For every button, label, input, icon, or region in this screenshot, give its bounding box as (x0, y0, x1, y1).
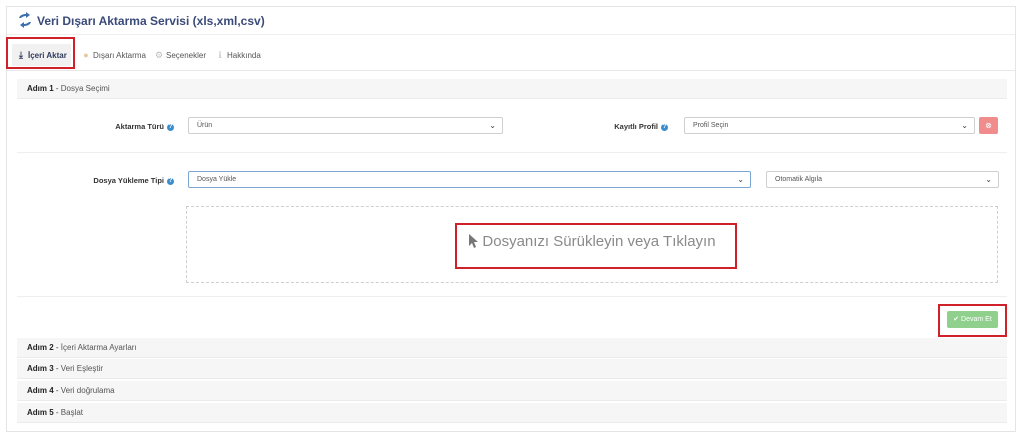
chevron-down-icon: ⌄ (737, 175, 744, 184)
sync-arrows-icon (19, 12, 31, 28)
kayitli-profil-select[interactable]: Profil Seçin ⌄ (684, 117, 975, 134)
highlight-box-continue (938, 304, 1007, 337)
dosya-yukleme-select[interactable]: Dosya Yükle ⌄ (188, 171, 751, 188)
aktarma-turu-label: Aktarma Türü? (115, 122, 174, 131)
detection-select[interactable]: Otomatik Algıla ⌄ (766, 171, 999, 188)
info-icon: ℹ (218, 50, 222, 60)
upload-user-icon: ● (83, 50, 89, 60)
kayitli-profil-label: Kayıtlı Profil? (614, 122, 668, 131)
tab-bar: ⤓ İçeri Aktar ● Dışarı Aktarma ⚙ Seçenekler… (7, 40, 1015, 71)
divider (17, 296, 1007, 297)
dosya-yukleme-label: Dosya Yükleme Tipi? (93, 176, 174, 185)
close-circle-icon: ⊗ (985, 121, 992, 130)
divider (17, 152, 1007, 153)
panel-header: Veri Dışarı Aktarma Servisi (xls,xml,csv… (7, 7, 1015, 35)
step-header-3[interactable]: Adım 3 - Veri Eşleştir (17, 359, 1007, 379)
step-header-2[interactable]: Adım 2 - İçeri Aktarma Ayarları (17, 338, 1007, 358)
step-header-5[interactable]: Adım 5 - Başlat (17, 403, 1007, 423)
highlight-box-dropzone (455, 223, 737, 269)
step-header-1[interactable]: Adım 1 - Dosya Seçimi (17, 79, 1007, 99)
help-icon: ? (661, 123, 668, 131)
help-icon: ? (167, 177, 174, 185)
remove-profile-button[interactable]: ⊗ (979, 117, 998, 134)
gear-icon: ⚙ (154, 50, 164, 60)
chevron-down-icon: ⌄ (961, 121, 968, 130)
tab-secenekler[interactable]: ⚙ Seçenekler (150, 44, 210, 66)
aktarma-turu-select[interactable]: Ürün ⌄ (188, 117, 503, 134)
tab-hakkinda[interactable]: ℹ Hakkında (211, 44, 265, 66)
chevron-down-icon: ⌄ (489, 121, 496, 130)
page-title: Veri Dışarı Aktarma Servisi (xls,xml,csv… (37, 14, 265, 28)
chevron-down-icon: ⌄ (985, 175, 992, 184)
help-icon: ? (167, 123, 174, 131)
step-header-4[interactable]: Adım 4 - Veri doğrulama (17, 381, 1007, 401)
highlight-box-tab (6, 37, 75, 69)
tab-disari-aktarma[interactable]: ● Dışarı Aktarma (77, 44, 150, 66)
